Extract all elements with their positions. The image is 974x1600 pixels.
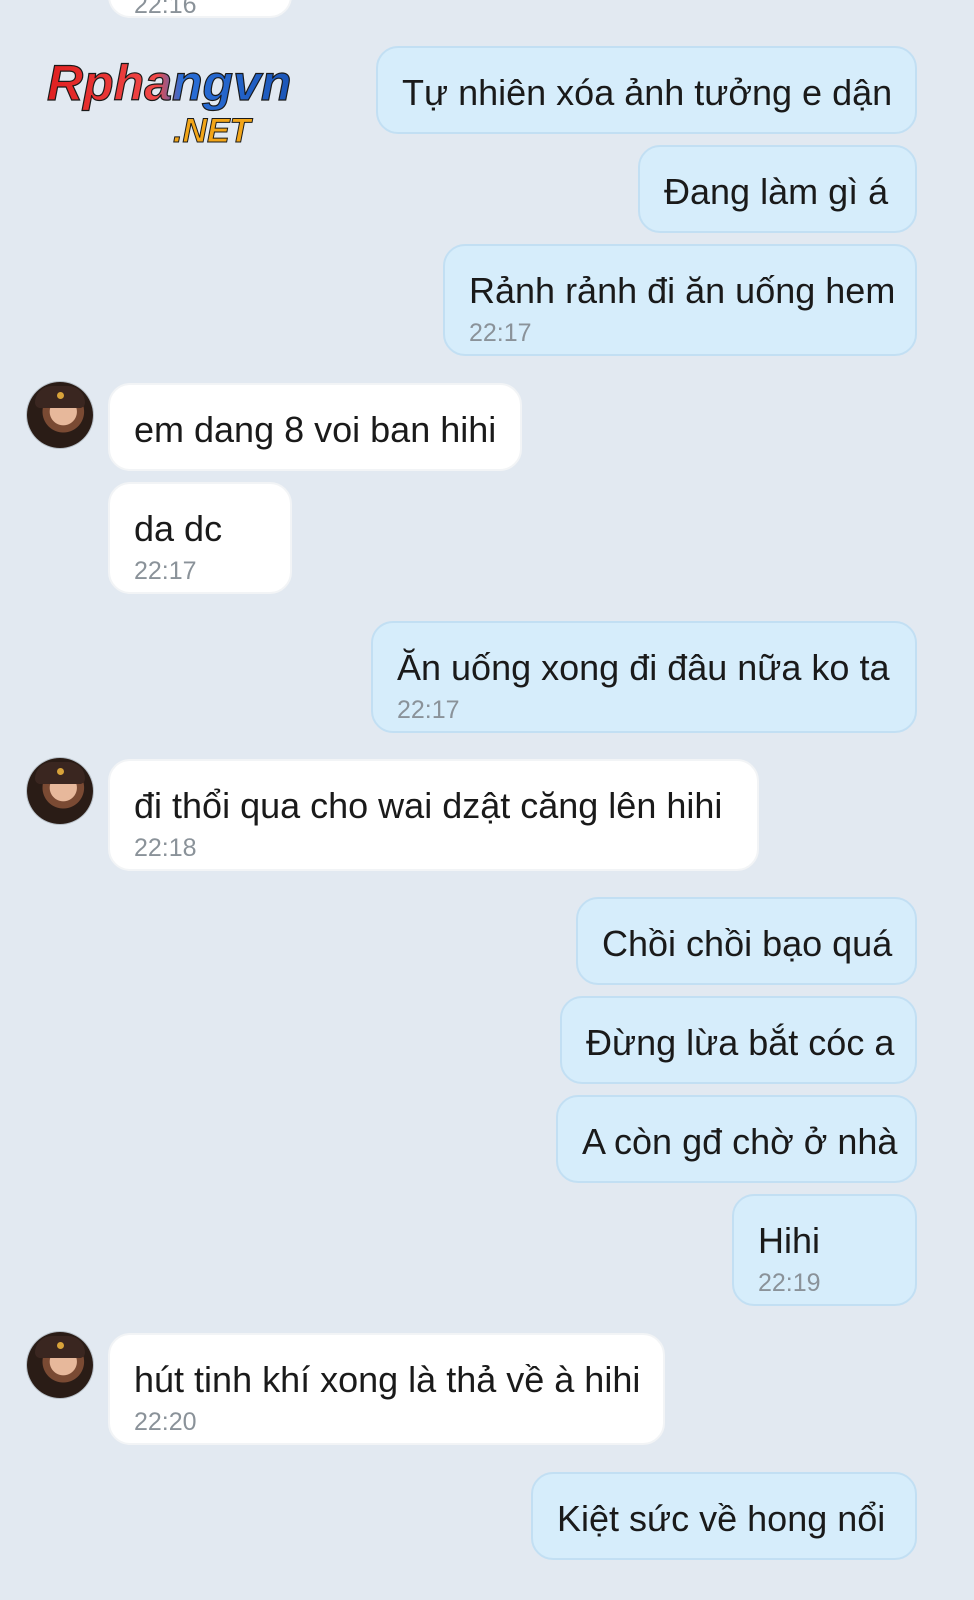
watermark-name: Rphangvn bbox=[47, 55, 291, 111]
message-text: A còn gđ chờ ở nhà bbox=[582, 1121, 898, 1162]
message-text: hút tinh khí xong là thả về à hihi bbox=[134, 1359, 641, 1400]
message-time: 22:16 bbox=[134, 0, 197, 19]
message-text: Ăn uống xong đi đâu nữa ko ta bbox=[397, 647, 890, 688]
message-bubble-outgoing[interactable]: A còn gđ chờ ở nhà bbox=[556, 1095, 917, 1183]
message-text: Hihi bbox=[758, 1220, 821, 1261]
message-bubble-incoming[interactable]: da dc 22:17 bbox=[108, 482, 292, 594]
message-time: 22:19 bbox=[758, 1269, 821, 1297]
message-text: Đang làm gì á bbox=[664, 171, 889, 212]
message-bubble-incoming[interactable]: em dang 8 voi ban hihi bbox=[108, 383, 522, 471]
message-time: 22:17 bbox=[469, 319, 532, 347]
contact-avatar[interactable] bbox=[27, 382, 93, 448]
message-time: 22:20 bbox=[134, 1408, 197, 1436]
message-time: 22:18 bbox=[134, 834, 197, 862]
message-bubble-outgoing[interactable]: Kiệt sức về hong nổi bbox=[531, 1472, 917, 1560]
contact-avatar[interactable] bbox=[27, 1332, 93, 1398]
message-bubble-incoming[interactable]: hút tinh khí xong là thả về à hihi 22:20 bbox=[108, 1333, 665, 1445]
message-time: 22:17 bbox=[397, 696, 460, 724]
message-bubble-outgoing[interactable]: Đừng lừa bắt cóc a bbox=[560, 996, 917, 1084]
message-bubble-outgoing[interactable]: Chồi chồi bạo quá bbox=[576, 897, 917, 985]
message-text: Chồi chồi bạo quá bbox=[602, 923, 893, 964]
message-bubble-outgoing[interactable]: Tự nhiên xóa ảnh tưởng e dận bbox=[376, 46, 917, 134]
message-bubble-outgoing[interactable]: Đang làm gì á bbox=[638, 145, 917, 233]
message-time: 22:17 bbox=[134, 557, 197, 585]
message-bubble-incoming[interactable]: đi thổi qua cho wai dzật căng lên hihi 2… bbox=[108, 759, 759, 871]
message-text: Kiệt sức về hong nổi bbox=[557, 1498, 886, 1539]
message-text: Rảnh rảnh đi ăn uống hem bbox=[469, 270, 896, 311]
contact-avatar[interactable] bbox=[27, 758, 93, 824]
message-bubble-outgoing[interactable]: Hihi 22:19 bbox=[732, 1194, 917, 1306]
message-text: da dc bbox=[134, 508, 223, 549]
message-bubble-outgoing[interactable]: Rảnh rảnh đi ăn uống hem 22:17 bbox=[443, 244, 917, 356]
message-text: em dang 8 voi ban hihi bbox=[134, 409, 497, 450]
message-bubble-partial[interactable]: 22:16 bbox=[108, 0, 292, 19]
watermark-suffix: .NET bbox=[173, 112, 254, 150]
message-text: Tự nhiên xóa ảnh tưởng e dận bbox=[402, 72, 893, 113]
message-bubble-outgoing[interactable]: Ăn uống xong đi đâu nữa ko ta 22:17 bbox=[371, 621, 917, 733]
message-text: đi thổi qua cho wai dzật căng lên hihi bbox=[134, 785, 723, 826]
message-text: Đừng lừa bắt cóc a bbox=[586, 1022, 895, 1063]
watermark-logo: Rphangvn .NET bbox=[46, 54, 292, 150]
